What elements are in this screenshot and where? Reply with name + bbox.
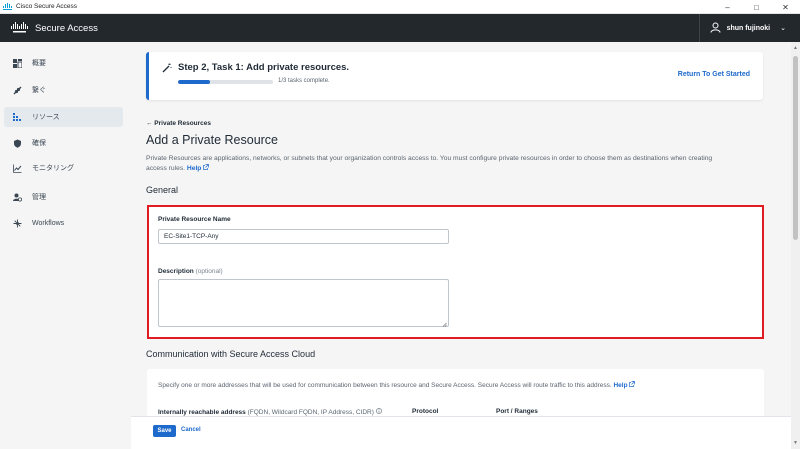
communication-description: Specify one or more addresses that will … (158, 381, 636, 389)
window-title: Cisco Secure Access (16, 3, 78, 10)
info-icon[interactable] (375, 408, 382, 416)
cisco-logo-icon (11, 22, 28, 34)
communication-text: Specify one or more addresses that will … (158, 382, 612, 389)
cisco-app-icon (3, 2, 13, 12)
address-column-header: Internally reachable address (FQDN, Wild… (158, 408, 382, 416)
page-description-line2: access rules. (146, 165, 186, 172)
app-header: Secure Access shun fujinoki ⌄ (0, 14, 800, 42)
task-progress-bar (178, 80, 273, 84)
bottom-action-bar: Save Cancel (131, 416, 791, 449)
sidebar-item-label: リソース (32, 114, 60, 121)
sidebar-item-label: 確保 (32, 140, 46, 147)
scroll-down-icon[interactable]: ▼ (793, 440, 798, 446)
user-menu[interactable]: shun fujinoki ⌄ (698, 14, 786, 42)
page-title: Add a Private Resource (146, 133, 279, 147)
help-link[interactable]: Help (187, 165, 202, 172)
connect-icon (12, 85, 22, 95)
external-link-icon (203, 164, 210, 172)
address-column-hint: (FQDN, Wildcard FQDN, IP Address, CIDR) (247, 409, 374, 416)
sidebar-item-admin[interactable]: 管理 (4, 187, 123, 207)
minimize-button[interactable]: – (713, 0, 742, 14)
sidebar-item-connect[interactable]: 繋ぐ (4, 80, 123, 100)
description-label-text: Description (158, 268, 194, 275)
return-to-get-started-link[interactable]: Return To Get Started (678, 71, 750, 78)
page-description-line1: Private Resources are applications, netw… (146, 155, 713, 162)
sidebar-item-workflows[interactable]: Workflows (4, 213, 123, 233)
sidebar: 概要 繋ぐ リソース 確保 モニタリング 管理 Workflows (0, 42, 131, 449)
scroll-up-icon[interactable]: ▲ (793, 45, 798, 51)
sidebar-item-monitoring[interactable]: モニタリング (4, 158, 123, 178)
task-progress-fill (178, 80, 210, 84)
communication-section-heading: Communication with Secure Access Cloud (146, 349, 316, 359)
communication-help-link[interactable]: Help (613, 382, 627, 389)
workflows-icon (12, 218, 22, 228)
ports-column-label: Port / Ranges (496, 408, 538, 415)
protocol-column-header: Protocol (412, 408, 438, 415)
cancel-button[interactable]: Cancel (181, 427, 201, 433)
general-form: Private Resource Name EC-Site1-TCP-Any D… (147, 205, 764, 339)
user-icon (710, 22, 721, 35)
resource-name-label: Private Resource Name (158, 216, 231, 223)
task-progress-card: Step 2, Task 1: Add private resources. 1… (146, 52, 763, 100)
protocol-column-label: Protocol (412, 408, 439, 415)
sidebar-item-label: Workflows (32, 219, 65, 227)
description-textarea[interactable] (158, 279, 449, 327)
sidebar-item-label: 概要 (32, 60, 46, 67)
task-progress-text: 1/3 tasks complete. (278, 78, 330, 84)
magic-wand-icon (162, 63, 172, 73)
resize-grip-icon[interactable] (442, 320, 447, 327)
chevron-down-icon: ⌄ (780, 25, 786, 32)
description-label: Description (optional) (158, 268, 223, 275)
scrollbar-thumb[interactable] (793, 56, 798, 240)
user-name: shun fujinoki (726, 24, 771, 32)
page-description: Private Resources are applications, netw… (146, 154, 766, 174)
sidebar-item-label: 繋ぐ (32, 87, 46, 94)
close-button[interactable]: ✕ (771, 0, 800, 14)
admin-icon (12, 192, 22, 202)
sidebar-item-secure[interactable]: 確保 (4, 133, 123, 153)
resource-name-input[interactable]: EC-Site1-TCP-Any (158, 229, 449, 244)
sidebar-item-overview[interactable]: 概要 (4, 53, 123, 73)
task-title: Step 2, Task 1: Add private resources. (178, 62, 350, 73)
overview-icon (12, 58, 22, 68)
sidebar-item-label: 管理 (32, 194, 46, 201)
maximize-button[interactable]: □ (742, 0, 771, 14)
secure-icon (12, 138, 22, 148)
ports-column-header: Port / Ranges (496, 408, 538, 415)
main-scrollbar[interactable]: ▲ ▼ (791, 42, 800, 449)
window-controls: – □ ✕ (713, 0, 800, 14)
save-button[interactable]: Save (153, 425, 176, 437)
resources-icon (12, 112, 22, 122)
address-column-label: Internally reachable address (158, 409, 246, 416)
breadcrumb-private-resources[interactable]: ← Private Resources (146, 120, 211, 127)
window-titlebar: Cisco Secure Access – □ ✕ (0, 0, 800, 14)
sidebar-item-label: モニタリング (32, 165, 74, 172)
monitoring-icon (12, 163, 22, 173)
optional-hint: (optional) (195, 268, 223, 275)
product-name: Secure Access (35, 22, 98, 34)
main-content: Step 2, Task 1: Add private resources. 1… (131, 42, 791, 449)
sidebar-item-resources[interactable]: リソース (4, 107, 123, 127)
general-section-heading: General (146, 185, 179, 195)
external-link-icon (629, 381, 636, 389)
